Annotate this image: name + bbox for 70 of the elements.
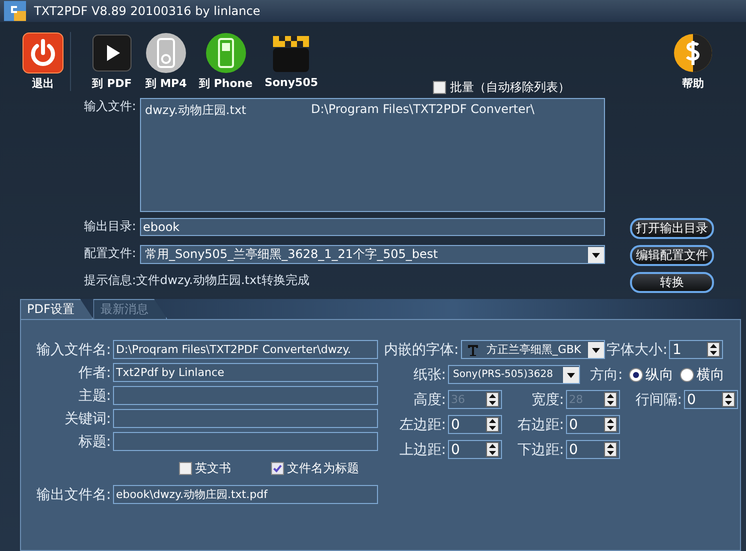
- spin-arrows-icon[interactable]: [486, 442, 499, 457]
- batch-checkbox[interactable]: 批量（自动移除列表）: [433, 79, 570, 98]
- field-label: 输出文件名:: [35, 486, 111, 504]
- spin-arrows-icon[interactable]: [707, 342, 720, 357]
- spin-label: 右边距:: [516, 416, 564, 434]
- number-spinner[interactable]: 0: [448, 440, 502, 459]
- text-field[interactable]: D:\Proqram Files\TXT2PDF Converter\dwzy.: [113, 340, 378, 359]
- file-name-cell-text: dwzy.动物庄园.txt: [145, 102, 248, 119]
- option-checkbox[interactable]: 英文书: [179, 460, 231, 476]
- spin-arrows-icon[interactable]: [604, 417, 617, 432]
- toolbar-button[interactable]: 退出: [16, 32, 71, 91]
- field-label: 输出目录:: [84, 218, 138, 235]
- spin-label: 左边距:: [398, 416, 446, 434]
- field-label: 关键词:: [63, 410, 111, 428]
- tab[interactable]: PDF设置: [20, 299, 94, 319]
- spin-label: 高度:: [412, 390, 446, 408]
- number-spinner[interactable]: 0: [566, 415, 620, 434]
- help-button[interactable]: 帮助: [666, 32, 720, 91]
- spin-arrows-icon[interactable]: [722, 392, 735, 407]
- window-title: TXT2PDF V8.89 20100316 by linlance: [34, 4, 260, 18]
- toolbar-button[interactable]: 到 Phone: [193, 32, 259, 91]
- open-output-button[interactable]: 打开输出目录: [630, 218, 714, 239]
- toolbar-button[interactable]: 到 PDF: [85, 32, 139, 91]
- output-filename-field[interactable]: ebook\dwzy.动物庄园.txt.pdf: [113, 485, 378, 504]
- media-player-icon: [145, 32, 187, 74]
- spin-label: 上边距:: [398, 440, 446, 458]
- checkmark-icon: [273, 464, 282, 472]
- number-spinner[interactable]: 0: [684, 390, 738, 409]
- status-message: 提示信息:文件dwzy.动物庄园.txt转换完成: [84, 272, 310, 289]
- text-field[interactable]: [113, 409, 378, 428]
- spin-label: 宽度:: [530, 390, 564, 408]
- field-label: 方向:: [590, 366, 623, 384]
- file-path-cell-text: D:\Program Files\TXT2PDF Converter\: [311, 102, 536, 118]
- toolbar-button[interactable]: Sony505: [258, 32, 324, 89]
- config-dropdown[interactable]: 常用_Sony505_兰亭细黑_3628_1_21个字_505_best: [140, 245, 605, 264]
- text-field[interactable]: Txt2Pdf by Linlance: [113, 363, 378, 382]
- field-label: 配置文件:: [84, 245, 138, 262]
- font-dropdown[interactable]: 方正兰亭细黑_GBK: [460, 340, 605, 359]
- number-spinner[interactable]: 0: [448, 415, 502, 434]
- toolbar-button[interactable]: 到 MP4: [139, 32, 193, 91]
- field-label: 纸张:: [412, 366, 446, 384]
- app-logo-icon: [4, 1, 26, 21]
- paper-dropdown[interactable]: Sony(PRS-505)3628: [448, 365, 580, 384]
- field-label: 标题:: [77, 432, 111, 450]
- spin-label: 行间隔:: [634, 390, 682, 408]
- option-checkbox[interactable]: 文件名为标题: [271, 460, 359, 476]
- coin-icon: [672, 32, 714, 74]
- field-label: 主题:: [77, 386, 111, 404]
- edit-config-button[interactable]: 编辑配置文件: [630, 245, 714, 266]
- field-label: 作者:: [77, 364, 111, 382]
- field-label: 输入文件名:: [35, 340, 111, 358]
- power-icon: [22, 32, 64, 74]
- output-dir-field[interactable]: ebook: [140, 218, 605, 236]
- spin-arrows-icon[interactable]: [604, 442, 617, 457]
- film-play-icon: [91, 32, 133, 74]
- text-field[interactable]: [113, 386, 378, 405]
- font-icon: [466, 342, 480, 356]
- mobile-phone-icon: [204, 32, 247, 74]
- field-label: 字体大小:: [606, 340, 668, 358]
- field-label: 输入文件:: [84, 98, 138, 115]
- spin-label: 下边距:: [516, 440, 564, 458]
- spin-arrows-icon[interactable]: [486, 417, 499, 432]
- field-label: 内嵌的字体:: [384, 340, 459, 358]
- text-field[interactable]: [113, 432, 378, 451]
- orientation-radio[interactable]: 纵向: [628, 366, 674, 384]
- orientation-radio[interactable]: 横向: [680, 366, 725, 384]
- input-file-list[interactable]: dwzy.动物庄园.txt D:\Program Files\TXT2PDF Converter\: [140, 98, 605, 212]
- font-size-spinner[interactable]: 1: [669, 340, 724, 359]
- number-spinner[interactable]: 0: [566, 440, 620, 459]
- convert-button[interactable]: 转换: [630, 272, 714, 293]
